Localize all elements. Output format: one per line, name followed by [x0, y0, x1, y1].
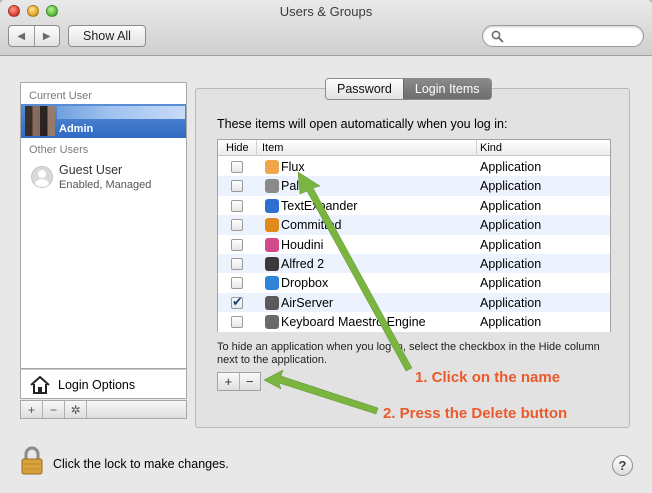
annotation-step-1: 1. Click on the name: [415, 369, 561, 386]
arrow-to-item-name: [297, 171, 413, 372]
help-button[interactable]: ?: [612, 455, 633, 476]
annotation-step-2: 2. Press the Delete button: [383, 405, 568, 422]
arrow-to-remove-button: [263, 369, 379, 415]
users-groups-window: Users & Groups ◀ ▶ Show All Current User…: [0, 0, 652, 493]
lock-message: Click the lock to make changes.: [53, 457, 229, 471]
lock-icon[interactable]: [20, 446, 44, 476]
